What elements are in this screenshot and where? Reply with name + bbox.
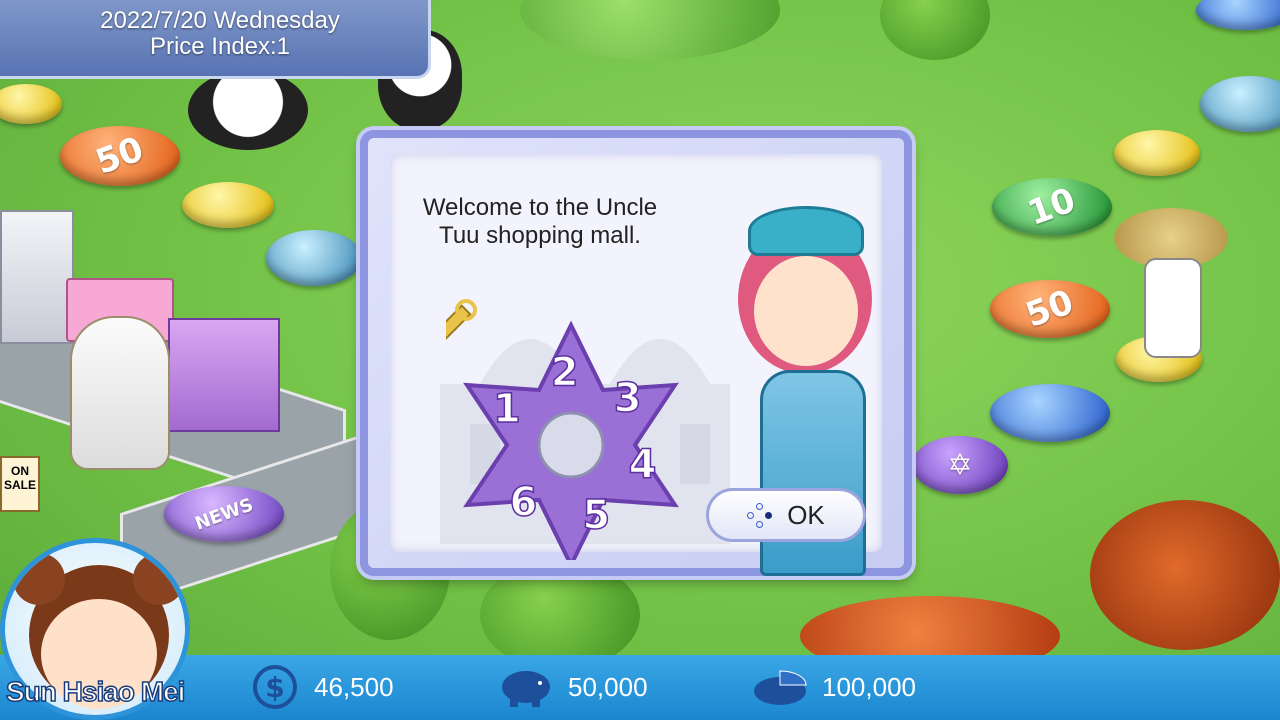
arab-merchant-character (70, 316, 170, 470)
board-tile-50: 50 (990, 280, 1110, 338)
dice-number-1: 1 (493, 386, 521, 432)
dice-number-6: 6 (509, 480, 537, 526)
board-tile-10: 10 (992, 178, 1112, 236)
dice-number-4: 4 (629, 442, 657, 488)
price-index-text: Price Index:1 (149, 33, 291, 60)
tile-label: 10 (1022, 180, 1082, 234)
board-tile-item (266, 230, 362, 286)
tile-label: 50 (90, 129, 150, 183)
news-label: NEWS (192, 493, 256, 535)
sign-on-sale: ON SALE (0, 456, 40, 512)
date-panel: 2022/7/20 Wednesday Price Index:1 (0, 0, 431, 79)
tile-label: 50 (1020, 282, 1080, 336)
farmer-character (1114, 208, 1228, 358)
dice-number-2: 2 (551, 349, 579, 395)
cash-stat: $ 46,500 (250, 665, 394, 709)
date-text: 2022/7/20 Wednesday (100, 7, 340, 34)
board-tile-gold (1114, 130, 1200, 176)
tree (480, 560, 640, 670)
board-tile-fate: ✡ (912, 436, 1008, 494)
dialog-content: Welcome to the Uncle Tuu shopping mall. … (390, 154, 882, 576)
cash-value: 46,500 (314, 671, 394, 702)
board-tile-50: 50 (60, 126, 180, 186)
stocks-value: 100,000 (822, 671, 916, 702)
pointer-icon (446, 299, 477, 366)
tree (520, 0, 780, 60)
roast-duck-icon (1090, 500, 1280, 650)
board-tile-item (1200, 76, 1280, 132)
dice-number-5: 5 (582, 493, 610, 539)
panda-character (188, 70, 308, 150)
controller-button-icon (747, 502, 773, 528)
dollar-icon: $ (253, 665, 297, 709)
board-tile-gold (182, 182, 274, 228)
piggy-bank-icon (502, 671, 550, 707)
welcome-message: Welcome to the Uncle Tuu shopping mall. (422, 194, 658, 249)
status-bar: $ 46,500 50,000 100,000 (0, 655, 1280, 720)
player-name: Sun Hsiao Mei (5, 675, 186, 708)
dice-spinner: 123 456 (446, 299, 679, 560)
svg-text:$: $ (265, 671, 284, 704)
savings-value: 50,000 (568, 671, 648, 702)
savings-stat: 50,000 (498, 665, 648, 709)
news-sign: NEWS (164, 486, 284, 542)
star-icon: ✡ (947, 447, 973, 483)
stocks-stat: 100,000 (752, 665, 916, 709)
building-icon (168, 318, 280, 432)
building-icon (0, 210, 74, 344)
dice-number-3: 3 (614, 375, 642, 421)
pie-chart-icon (754, 670, 807, 705)
board-tile-card (990, 384, 1110, 442)
tree (880, 0, 990, 60)
ok-button[interactable]: OK (706, 488, 866, 542)
shopping-mall-dialog: Welcome to the Uncle Tuu shopping mall. … (360, 130, 912, 576)
board-tile-card (1196, 0, 1280, 30)
ok-label: OK (787, 499, 825, 530)
board-tile-gold (0, 84, 62, 124)
